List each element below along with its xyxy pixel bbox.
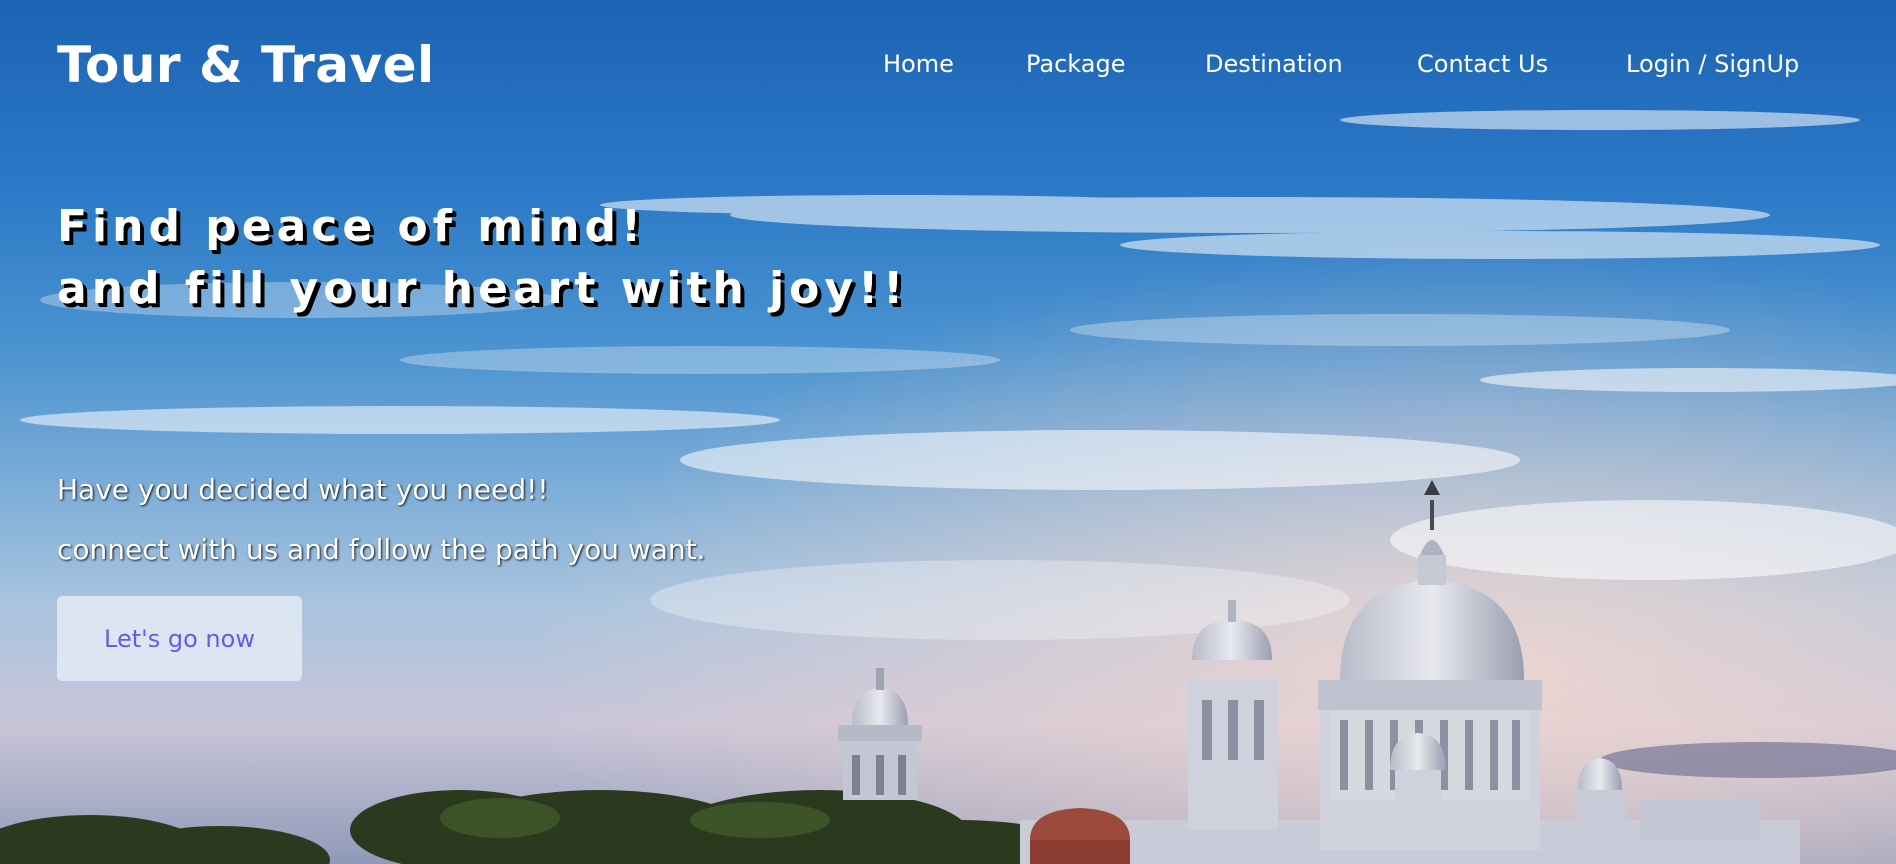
nav-link-package[interactable]: Package	[1026, 50, 1125, 78]
hero-headline-line-2: and fill your heart with joy!!	[57, 263, 909, 314]
main-nav: Home Package Destination Contact Us Logi…	[0, 50, 1896, 90]
hero-subtext-line-1: Have you decided what you need!!	[57, 473, 549, 506]
nav-link-contact-us[interactable]: Contact Us	[1417, 50, 1548, 78]
nav-link-login-signup[interactable]: Login / SignUp	[1626, 50, 1799, 78]
hero-subtext-line-2: connect with us and follow the path you …	[57, 533, 706, 566]
nav-link-destination[interactable]: Destination	[1205, 50, 1343, 78]
hero-section: Tour & Travel Home Package Destination C…	[0, 0, 1896, 864]
background-photo	[0, 0, 1896, 864]
lets-go-now-button[interactable]: Let's go now	[57, 596, 302, 681]
nav-link-home[interactable]: Home	[883, 50, 954, 78]
hero-headline-line-1: Find peace of mind!	[57, 201, 647, 252]
site-header: Tour & Travel Home Package Destination C…	[0, 0, 1896, 110]
hero-headline: Find peace of mind! and fill your heart …	[57, 196, 908, 320]
